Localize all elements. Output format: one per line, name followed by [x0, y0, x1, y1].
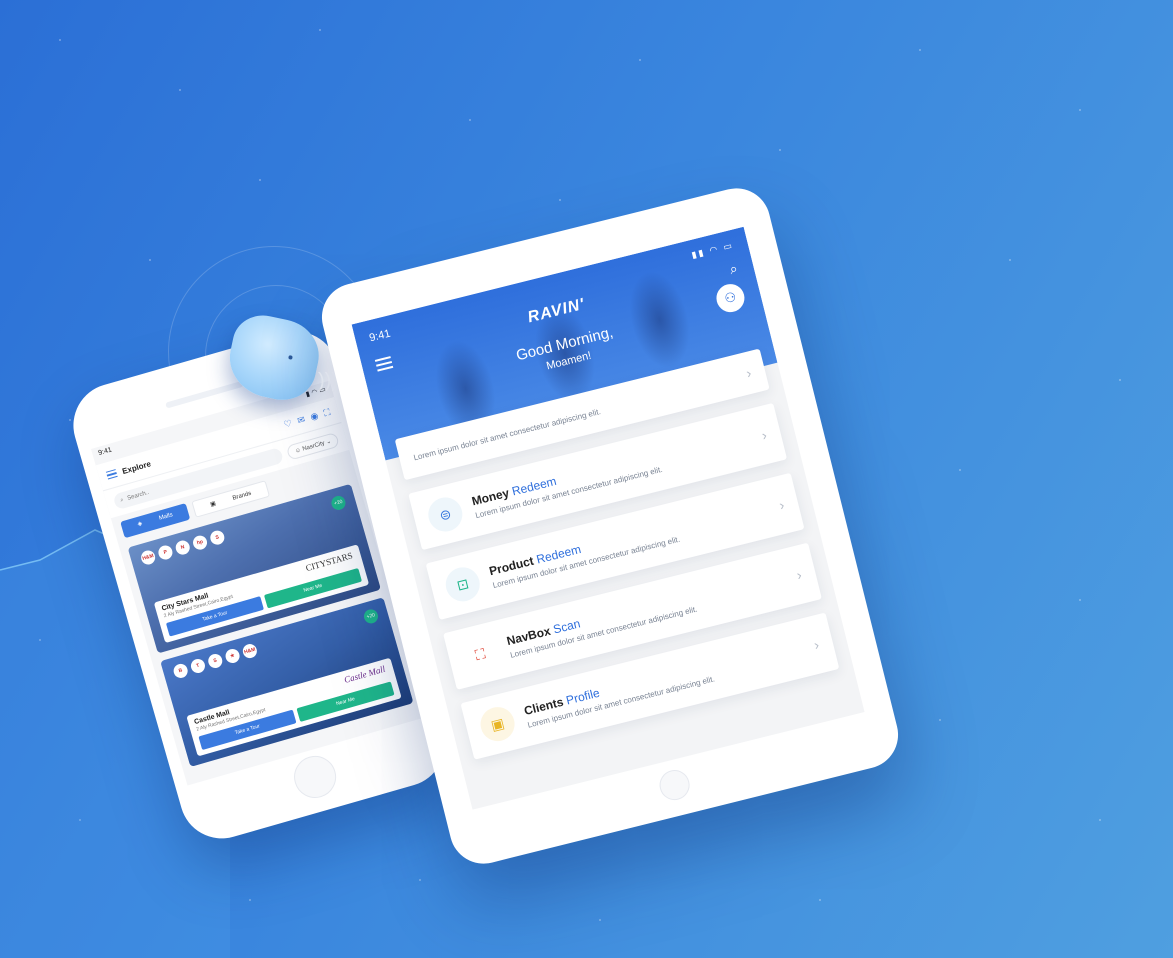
- more-brands-badge[interactable]: +20: [362, 607, 380, 626]
- tablet-status-time: 9:41: [368, 327, 392, 345]
- brand-logo: hp: [191, 533, 209, 552]
- brand-logo: T: [189, 657, 207, 675]
- tab-brands-label: Brands: [232, 490, 253, 502]
- location-icon[interactable]: ◉: [309, 410, 320, 423]
- basket-icon: ⊡: [442, 563, 484, 605]
- chevron-right-icon: ›: [760, 426, 769, 444]
- profile-icon: ▣: [476, 703, 519, 745]
- heart-icon[interactable]: ♡: [283, 417, 294, 430]
- tablet-home-button[interactable]: [656, 766, 693, 804]
- phone-home-button[interactable]: [289, 751, 342, 803]
- brand-logo: ★: [223, 647, 242, 665]
- person-icon: ☺: [294, 446, 302, 455]
- search-placeholder: Search..: [126, 489, 150, 502]
- coins-icon: ⊜: [424, 493, 466, 536]
- phone-app-bar-left: Explore: [105, 458, 152, 480]
- more-brands-badge[interactable]: +20: [329, 494, 348, 512]
- beacon-dot: [288, 355, 293, 360]
- brand-logos-row: B T S ★ H&M: [171, 642, 259, 680]
- brand-logo: S: [206, 652, 224, 670]
- mail-icon[interactable]: ✉: [296, 414, 306, 427]
- phone-menu-icon[interactable]: [105, 468, 118, 480]
- brand-logo: S: [208, 528, 226, 547]
- phone-screen-title: Explore: [121, 458, 152, 476]
- chevron-right-icon: ›: [777, 496, 786, 514]
- brand-logo: H&M: [241, 642, 259, 660]
- scan-icon: ⛶: [459, 633, 501, 675]
- brand-logo: B: [171, 662, 190, 680]
- list-item-desc: Lorem ipsum dolor sit amet consectetur a…: [526, 674, 716, 730]
- bag-icon: ▣: [209, 500, 217, 509]
- search-icon: ⌕: [119, 496, 125, 504]
- chevron-right-icon: ›: [744, 364, 753, 382]
- chevron-down-icon: ⌄: [325, 438, 332, 446]
- phone-speaker: [165, 380, 244, 409]
- chevron-right-icon: ›: [794, 566, 804, 584]
- tablet-screen: 9:41 ▮▮ ◠ ▭ ⌕ RAVIN' Good Morning, Moame…: [351, 226, 865, 810]
- scan-frame-icon[interactable]: ⛶: [322, 406, 331, 418]
- brand-logo: P: [156, 543, 175, 562]
- city-selector-label: NasrCity: [301, 440, 326, 453]
- chevron-right-icon: ›: [812, 636, 821, 653]
- brand-logo: N: [174, 538, 192, 557]
- tablet-status-icons: ▮▮ ◠ ▭: [690, 239, 735, 261]
- mall-info-card: Castle Mall Castle Mall 2 Aly Rashed Str…: [186, 657, 402, 757]
- brand-logo: H&M: [139, 548, 157, 567]
- tab-malls-label: Malls: [158, 512, 174, 522]
- layers-icon: ◈: [136, 520, 144, 528]
